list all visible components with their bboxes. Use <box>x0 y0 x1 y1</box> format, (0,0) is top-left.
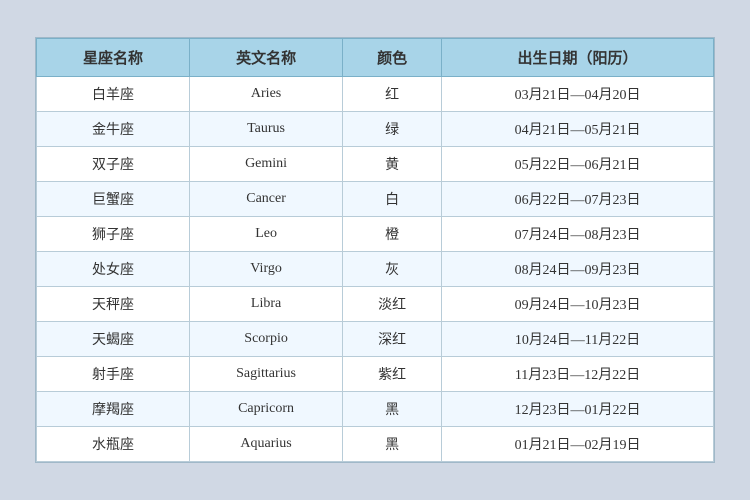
cell-dates: 10月24日—11月22日 <box>442 322 714 357</box>
table-row: 处女座Virgo灰08月24日—09月23日 <box>37 252 714 287</box>
cell-chinese-name: 摩羯座 <box>37 392 190 427</box>
cell-dates: 09月24日—10月23日 <box>442 287 714 322</box>
cell-color: 红 <box>343 77 442 112</box>
cell-english-name: Leo <box>190 217 343 252</box>
cell-chinese-name: 处女座 <box>37 252 190 287</box>
header-color: 颜色 <box>343 39 442 77</box>
cell-dates: 08月24日—09月23日 <box>442 252 714 287</box>
cell-chinese-name: 水瓶座 <box>37 427 190 462</box>
cell-color: 绿 <box>343 112 442 147</box>
table-row: 双子座Gemini黄05月22日—06月21日 <box>37 147 714 182</box>
table-row: 天蝎座Scorpio深红10月24日—11月22日 <box>37 322 714 357</box>
table-row: 狮子座Leo橙07月24日—08月23日 <box>37 217 714 252</box>
cell-chinese-name: 巨蟹座 <box>37 182 190 217</box>
cell-color: 灰 <box>343 252 442 287</box>
cell-dates: 07月24日—08月23日 <box>442 217 714 252</box>
cell-english-name: Aquarius <box>190 427 343 462</box>
cell-color: 橙 <box>343 217 442 252</box>
cell-dates: 12月23日—01月22日 <box>442 392 714 427</box>
cell-chinese-name: 狮子座 <box>37 217 190 252</box>
table-body: 白羊座Aries红03月21日—04月20日金牛座Taurus绿04月21日—0… <box>37 77 714 462</box>
cell-dates: 01月21日—02月19日 <box>442 427 714 462</box>
cell-english-name: Taurus <box>190 112 343 147</box>
table-row: 天秤座Libra淡红09月24日—10月23日 <box>37 287 714 322</box>
cell-english-name: Libra <box>190 287 343 322</box>
cell-color: 黑 <box>343 392 442 427</box>
cell-english-name: Virgo <box>190 252 343 287</box>
zodiac-table: 星座名称 英文名称 颜色 出生日期（阳历） 白羊座Aries红03月21日—04… <box>36 38 714 462</box>
cell-color: 白 <box>343 182 442 217</box>
cell-dates: 03月21日—04月20日 <box>442 77 714 112</box>
cell-english-name: Capricorn <box>190 392 343 427</box>
cell-chinese-name: 金牛座 <box>37 112 190 147</box>
cell-color: 紫红 <box>343 357 442 392</box>
table-row: 射手座Sagittarius紫红11月23日—12月22日 <box>37 357 714 392</box>
cell-color: 淡红 <box>343 287 442 322</box>
cell-english-name: Sagittarius <box>190 357 343 392</box>
header-chinese-name: 星座名称 <box>37 39 190 77</box>
cell-dates: 11月23日—12月22日 <box>442 357 714 392</box>
cell-dates: 05月22日—06月21日 <box>442 147 714 182</box>
table-header-row: 星座名称 英文名称 颜色 出生日期（阳历） <box>37 39 714 77</box>
cell-english-name: Gemini <box>190 147 343 182</box>
cell-english-name: Cancer <box>190 182 343 217</box>
cell-chinese-name: 射手座 <box>37 357 190 392</box>
cell-english-name: Aries <box>190 77 343 112</box>
table-row: 金牛座Taurus绿04月21日—05月21日 <box>37 112 714 147</box>
header-dates: 出生日期（阳历） <box>442 39 714 77</box>
cell-dates: 06月22日—07月23日 <box>442 182 714 217</box>
cell-color: 黄 <box>343 147 442 182</box>
cell-chinese-name: 白羊座 <box>37 77 190 112</box>
cell-chinese-name: 双子座 <box>37 147 190 182</box>
cell-dates: 04月21日—05月21日 <box>442 112 714 147</box>
cell-color: 黑 <box>343 427 442 462</box>
cell-chinese-name: 天蝎座 <box>37 322 190 357</box>
cell-english-name: Scorpio <box>190 322 343 357</box>
table-row: 摩羯座Capricorn黑12月23日—01月22日 <box>37 392 714 427</box>
table-row: 水瓶座Aquarius黑01月21日—02月19日 <box>37 427 714 462</box>
cell-color: 深红 <box>343 322 442 357</box>
header-english-name: 英文名称 <box>190 39 343 77</box>
table-row: 白羊座Aries红03月21日—04月20日 <box>37 77 714 112</box>
cell-chinese-name: 天秤座 <box>37 287 190 322</box>
table-row: 巨蟹座Cancer白06月22日—07月23日 <box>37 182 714 217</box>
zodiac-table-container: 星座名称 英文名称 颜色 出生日期（阳历） 白羊座Aries红03月21日—04… <box>35 37 715 463</box>
